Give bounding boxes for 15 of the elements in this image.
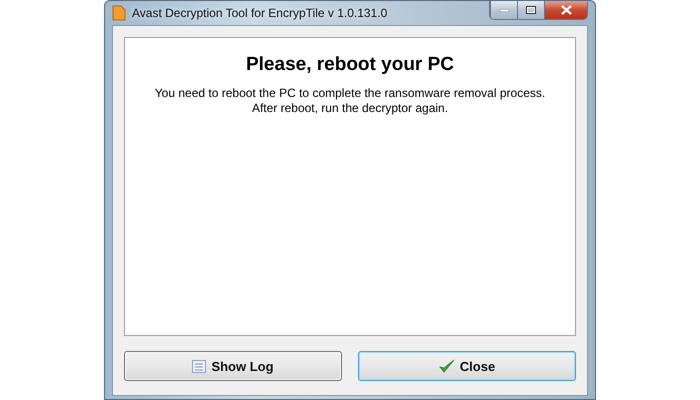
message-heading: Please, reboot your PC (246, 54, 454, 76)
close-dialog-button[interactable]: Close (358, 351, 576, 381)
minimize-button[interactable] (490, 1, 517, 19)
maximize-button[interactable] (517, 1, 544, 19)
message-text: After reboot, run the decryptor again. (252, 101, 448, 116)
window-title: Avast Decryption Tool for EncrypTile v 1.0.131.0 (132, 6, 388, 20)
list-icon (192, 360, 206, 372)
show-log-button[interactable]: Show Log (124, 351, 342, 381)
minimize-icon (500, 8, 508, 12)
app-icon (112, 5, 126, 21)
maximize-icon (526, 6, 536, 14)
close-button[interactable] (544, 1, 587, 19)
message-text: You need to reboot the PC to complete the ransomware removal process. (154, 86, 546, 101)
close-icon (560, 5, 572, 15)
checkmark-icon (438, 359, 455, 373)
